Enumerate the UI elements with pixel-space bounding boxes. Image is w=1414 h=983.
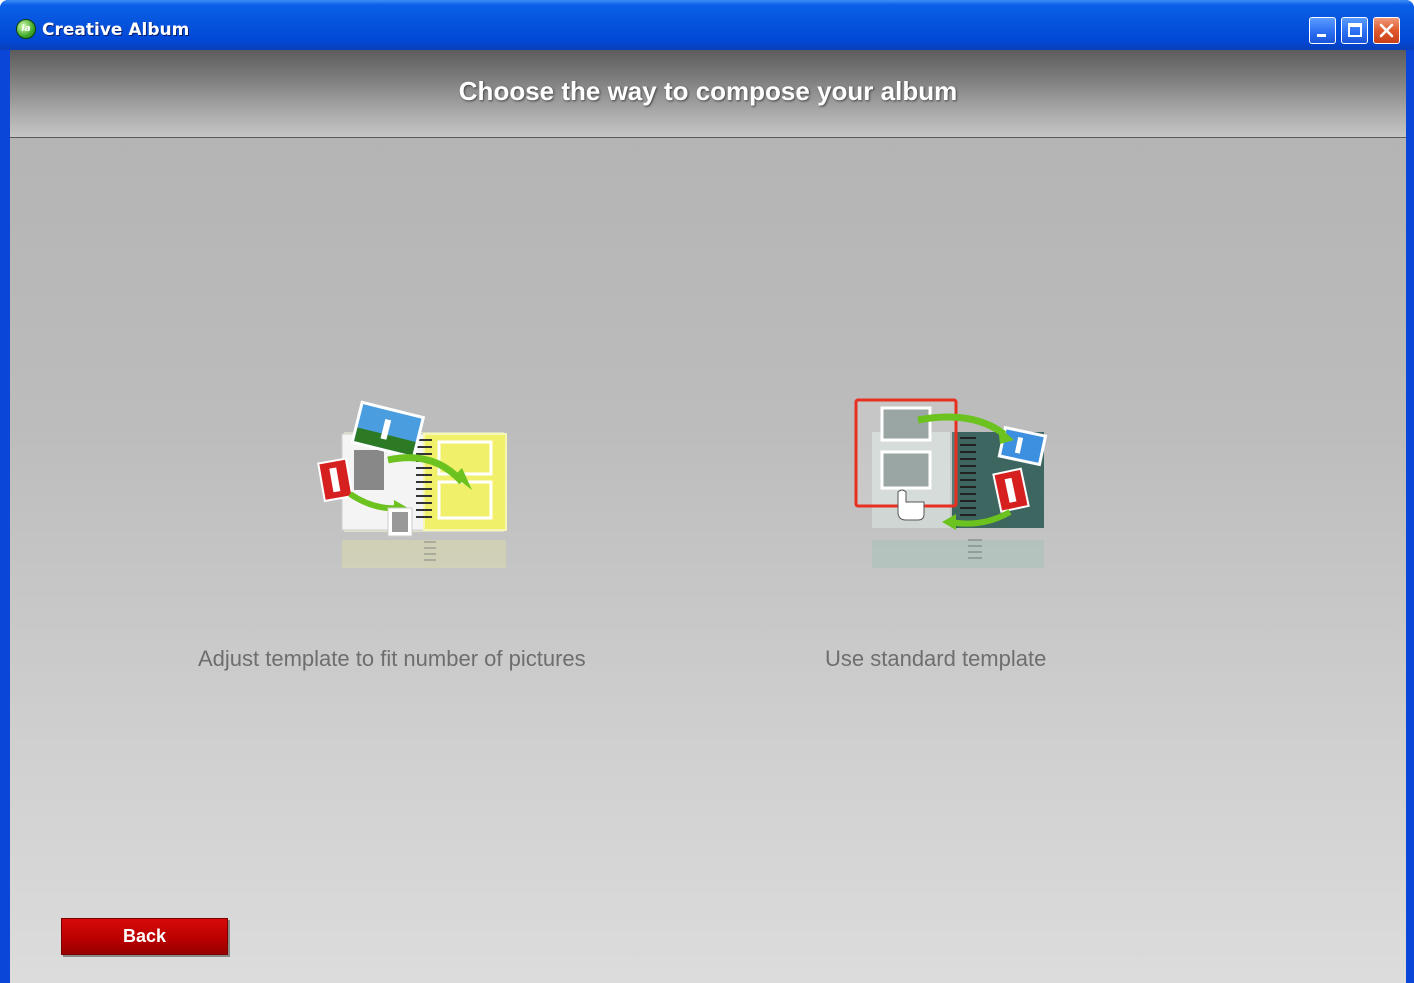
adjust-template-label[interactable]: Adjust template to fit number of picture… xyxy=(198,644,586,674)
minimize-icon xyxy=(1317,34,1326,37)
window-title: Creative Album xyxy=(42,20,190,40)
creative-album-app-icon[interactable]: ia xyxy=(16,19,36,39)
close-button[interactable] xyxy=(1373,17,1400,44)
standard-template-label[interactable]: Use standard template xyxy=(825,644,1046,674)
header-banner: Choose the way to compose your album xyxy=(10,50,1406,138)
page-title: Choose the way to compose your album xyxy=(458,76,958,106)
standard-template-option[interactable] xyxy=(842,390,1062,580)
adjust-template-option[interactable] xyxy=(304,390,524,580)
adjust-template-album-icon xyxy=(317,400,507,568)
maximize-icon xyxy=(1348,23,1362,37)
minimize-button[interactable] xyxy=(1309,17,1336,44)
maximize-button[interactable] xyxy=(1341,17,1368,44)
close-icon xyxy=(1379,23,1394,38)
title-bar[interactable]: ia Creative Album xyxy=(0,0,1414,50)
standard-template-album-icon xyxy=(854,398,1048,568)
client-area: Choose the way to compose your album Adj… xyxy=(10,50,1406,983)
app-icon-text: ia xyxy=(21,24,31,34)
app-window: ia Creative Album Choose the way to comp… xyxy=(0,0,1414,983)
back-button[interactable]: Back xyxy=(61,918,228,955)
